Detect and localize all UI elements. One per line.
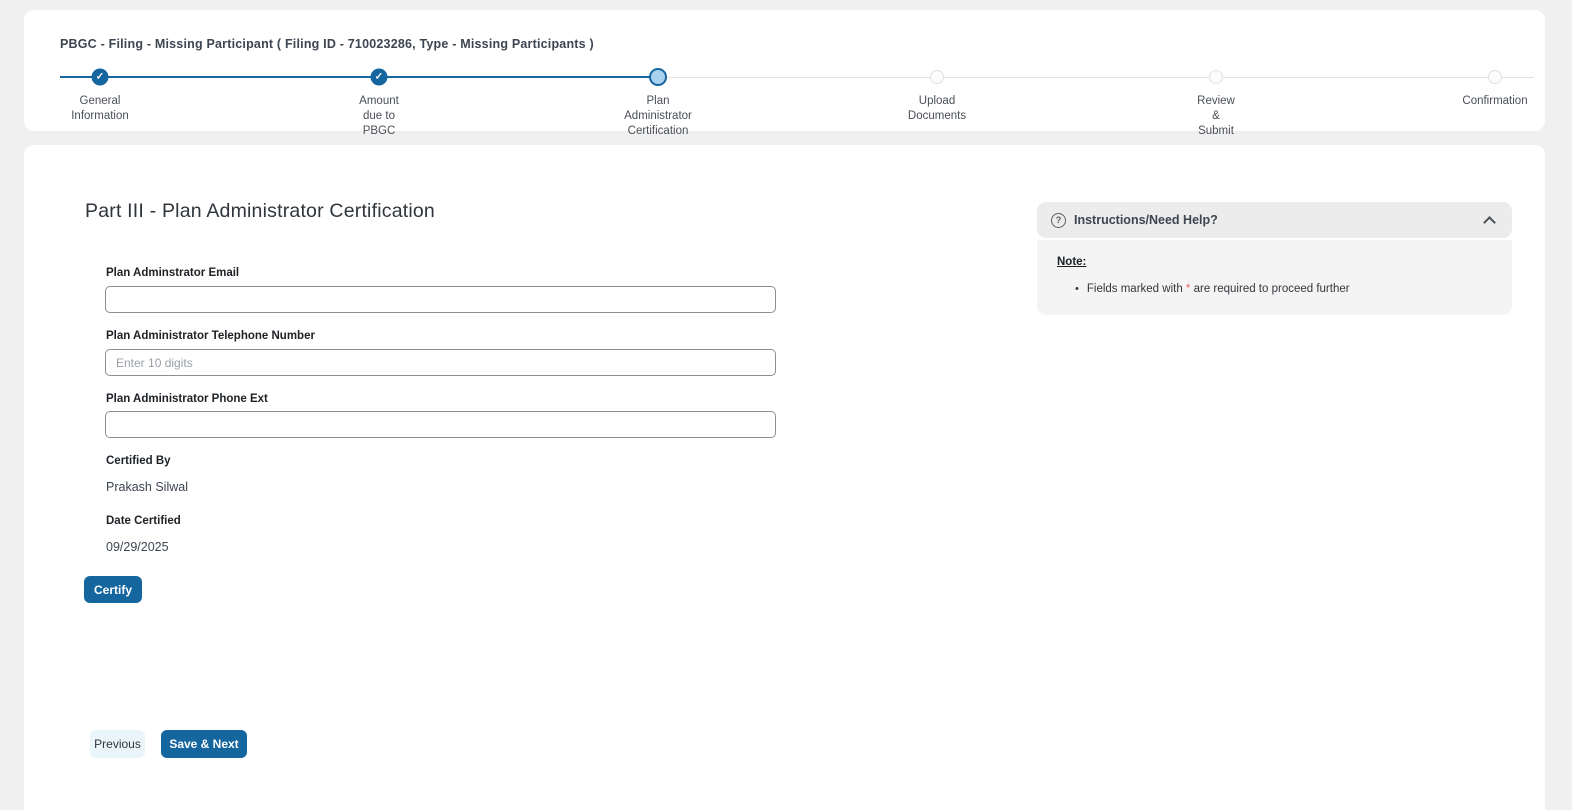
step-label: Confirmation [1415, 94, 1572, 109]
instructions-help-header[interactable]: ? Instructions/Need Help? [1037, 202, 1512, 238]
step-upcoming-icon [930, 70, 944, 84]
filing-title: PBGC - Filing - Missing Participant ( Fi… [60, 37, 594, 51]
plan-administrator-phone-ext-label: Plan Administrator Phone Ext [106, 393, 268, 405]
step-completed-icon: ✓ [371, 69, 388, 86]
step-upcoming-icon [1488, 70, 1502, 84]
page-title: Part III - Plan Administrator Certificat… [85, 200, 435, 223]
step-label: Amount due to PBGC [299, 94, 459, 139]
note-label: Note: [1057, 256, 1086, 268]
step-amount-due-to-pbgc[interactable]: ✓ [371, 69, 388, 86]
check-icon: ✓ [375, 72, 383, 82]
plan-administrator-telephone-input[interactable] [105, 349, 776, 376]
save-next-button[interactable]: Save & Next [161, 730, 247, 758]
step-current-icon [649, 68, 667, 86]
stepper-card: PBGC - Filing - Missing Participant ( Fi… [24, 10, 1545, 131]
step-completed-icon: ✓ [92, 69, 109, 86]
plan-administrator-telephone-label: Plan Administrator Telephone Number [106, 330, 315, 342]
note-text: Fields marked with * are required to pro… [1087, 283, 1350, 295]
instructions-help-body: Note: • Fields marked with * are require… [1037, 240, 1512, 315]
instructions-help-panel: ? Instructions/Need Help? Note: • Fields… [1037, 202, 1512, 315]
step-label: General Information [20, 94, 180, 124]
check-icon: ✓ [96, 72, 104, 82]
certified-by-value: Prakash Silwal [106, 480, 188, 494]
instructions-help-title: Instructions/Need Help? [1074, 213, 1218, 227]
step-general-information[interactable]: ✓ [92, 69, 109, 86]
stepper-line-upcoming [658, 77, 1534, 79]
date-certified-label: Date Certified [106, 515, 181, 527]
step-confirmation[interactable] [1488, 70, 1502, 84]
help-question-icon: ? [1051, 213, 1066, 228]
plan-administrator-email-label: Plan Adminstrator Email [106, 267, 239, 279]
step-review-submit[interactable] [1209, 70, 1223, 84]
step-label: Upload Documents [857, 94, 1017, 124]
certify-button[interactable]: Certify [84, 576, 142, 603]
stepper-line-completed [60, 76, 658, 78]
previous-button[interactable]: Previous [90, 730, 145, 758]
step-label: Review & Submit [1136, 94, 1296, 139]
step-plan-administrator-certification[interactable] [649, 68, 667, 86]
chevron-up-icon[interactable] [1483, 216, 1496, 229]
note-bullet-item: • Fields marked with * are required to p… [1075, 283, 1492, 295]
certified-by-label: Certified By [106, 455, 171, 467]
step-upload-documents[interactable] [930, 70, 944, 84]
step-label: Plan Administrator Certification [578, 94, 738, 139]
date-certified-value: 09/29/2025 [106, 540, 169, 554]
step-upcoming-icon [1209, 70, 1223, 84]
bullet-icon: • [1075, 283, 1079, 295]
plan-administrator-phone-ext-input[interactable] [105, 411, 776, 438]
plan-administrator-email-input[interactable] [105, 286, 776, 313]
